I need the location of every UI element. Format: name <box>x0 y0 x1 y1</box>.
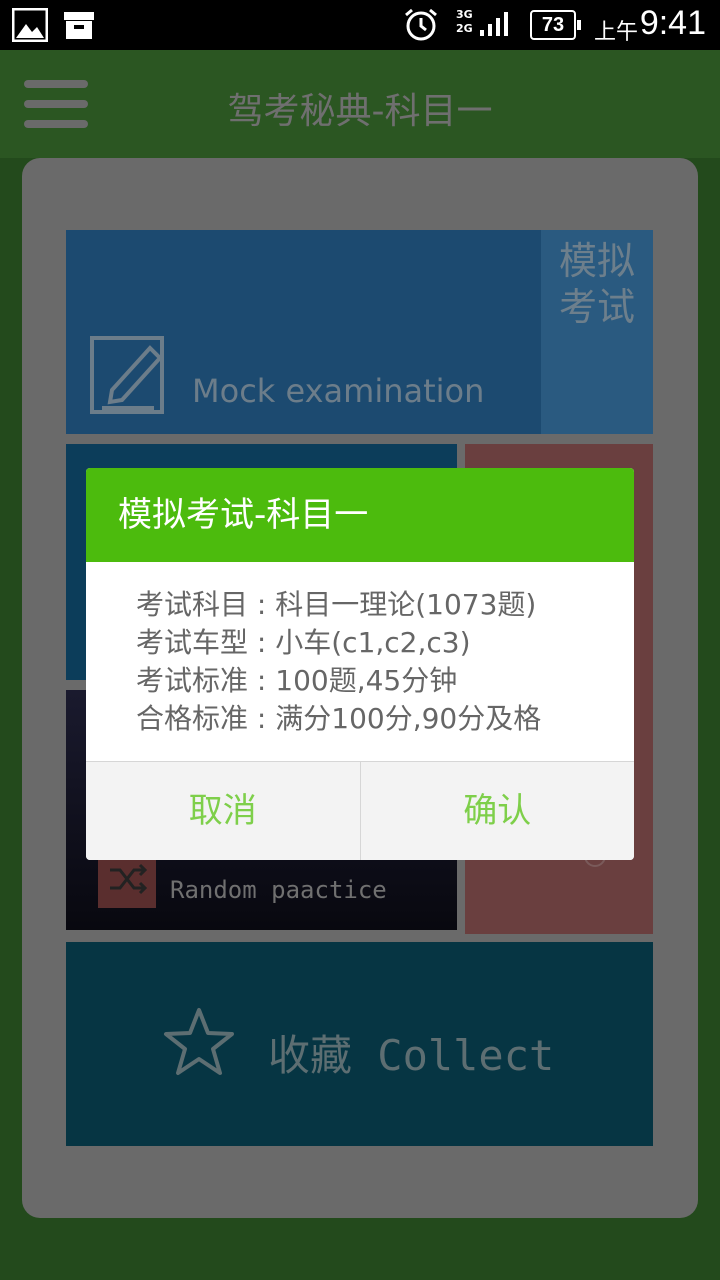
battery-indicator: 73 <box>530 10 581 40</box>
mock-exam-dialog: 模拟考试-科目一 考试科目 : 科目一理论(1073题) 考试车型 : 小车(c… <box>86 468 634 860</box>
archive-notification-icon <box>64 12 94 39</box>
row-label: 合格标准 <box>136 702 249 735</box>
row-value: 100题,45分钟 <box>275 664 458 697</box>
app-title: 驾考秘典-科目一 <box>227 91 493 132</box>
exam-subject-row: 考试科目 : 科目一理论(1073题) <box>136 586 634 624</box>
network-type: 3G 2G <box>456 8 473 35</box>
status-bar: 3G 2G 73 上午 9:41 <box>0 0 720 50</box>
status-ampm: 上午 <box>593 20 638 45</box>
mock-exam-en-label: Mock examination <box>192 372 485 410</box>
star-icon <box>164 1008 234 1075</box>
row-value: 满分100分,90分及格 <box>275 702 542 735</box>
mock-exam-tile[interactable]: 模拟 考试 Mock examination <box>66 230 653 434</box>
edit-note-icon <box>90 336 164 414</box>
dialog-body: 考试科目 : 科目一理论(1073题) 考试车型 : 小车(c1,c2,c3) … <box>86 562 634 738</box>
gallery-notification-icon <box>12 8 48 42</box>
row-label: 考试科目 <box>136 588 249 621</box>
row-value: 小车(c1,c2,c3) <box>275 626 471 659</box>
mock-exam-side-panel: 模拟 考试 <box>541 230 653 434</box>
collect-tile[interactable]: 收藏 Collect <box>66 942 653 1146</box>
row-value: 科目一理论(1073题) <box>275 588 537 621</box>
collect-label: 收藏 Collect <box>268 1031 555 1080</box>
signal-icon <box>480 12 508 36</box>
mock-exam-cn-label: 模拟 考试 <box>559 239 636 329</box>
status-time: 9:41 <box>639 4 706 42</box>
alarm-icon <box>405 8 437 41</box>
pass-standard-row: 合格标准 : 满分100分,90分及格 <box>136 700 634 738</box>
dialog-actions: 取消 确认 <box>86 761 634 860</box>
exam-vehicle-row: 考试车型 : 小车(c1,c2,c3) <box>136 624 634 662</box>
exam-standard-row: 考试标准 : 100题,45分钟 <box>136 662 634 700</box>
cancel-button[interactable]: 取消 <box>86 762 360 860</box>
dialog-title: 模拟考试-科目一 <box>86 468 634 562</box>
confirm-button[interactable]: 确认 <box>359 762 634 860</box>
row-label: 考试标准 <box>136 664 249 697</box>
random-practice-label: Random paactice <box>170 876 387 904</box>
row-label: 考试车型 <box>136 626 249 659</box>
